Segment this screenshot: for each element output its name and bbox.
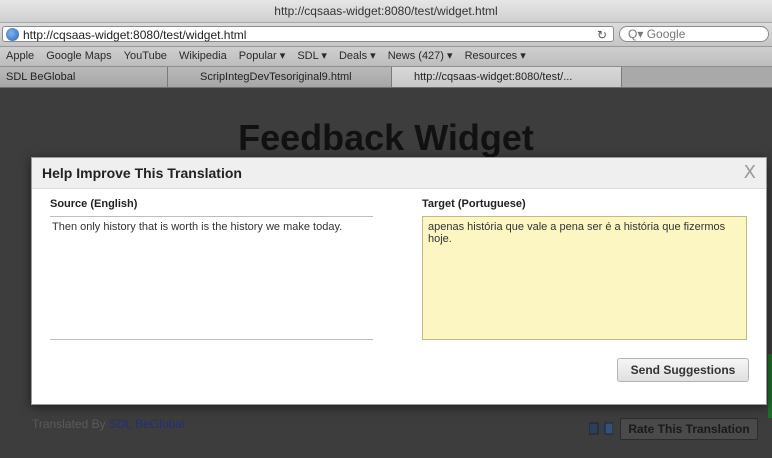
dialog-title: Help Improve This Translation xyxy=(42,165,242,181)
bookmark-deals[interactable]: Deals ▾ xyxy=(339,47,376,66)
target-textarea[interactable]: apenas história que vale a pena ser é a … xyxy=(422,216,747,340)
window-title: http://cqsaas-widget:8080/test/widget.ht… xyxy=(274,4,498,18)
bookmark-sdl[interactable]: SDL ▾ xyxy=(297,47,327,66)
dialog-header: Help Improve This Translation X xyxy=(32,158,766,189)
address-bar-url: http://cqsaas-widget:8080/test/widget.ht… xyxy=(23,28,247,42)
bookmark-apple[interactable]: Apple xyxy=(6,47,34,66)
translated-by-prefix: Translated By xyxy=(32,417,106,431)
close-icon[interactable]: X xyxy=(744,162,756,183)
source-text: Then only history that is worth is the h… xyxy=(50,216,373,340)
rate-translation-button[interactable]: Rate This Translation xyxy=(620,418,758,440)
tab-label: ScripIntegDevTesoriginal9.html xyxy=(200,71,352,83)
address-bar[interactable]: http://cqsaas-widget:8080/test/widget.ht… xyxy=(2,26,614,42)
send-suggestions-button[interactable]: Send Suggestions xyxy=(617,358,749,382)
source-label: Source (English) xyxy=(50,198,138,210)
bookmark-resources[interactable]: Resources ▾ xyxy=(465,47,526,66)
bookmark-popular[interactable]: Popular ▾ xyxy=(239,47,286,66)
window-title-bar: http://cqsaas-widget:8080/test/widget.ht… xyxy=(0,0,772,23)
bookmark-wikipedia[interactable]: Wikipedia xyxy=(179,47,227,66)
feedback-dialog: Help Improve This Translation X Source (… xyxy=(31,157,767,405)
target-label: Target (Portuguese) xyxy=(422,198,526,210)
tab-label: SDL BeGlobal xyxy=(6,71,76,83)
bookmark-youtube[interactable]: YouTube xyxy=(124,47,167,66)
side-accent-bar xyxy=(768,354,772,418)
reload-icon[interactable]: ↻ xyxy=(597,27,607,43)
bookmark-google-maps[interactable]: Google Maps xyxy=(46,47,111,66)
search-input[interactable]: Q▾ Google xyxy=(619,26,769,42)
tab-bar: SDL BeGlobal ScripIntegDevTesoriginal9.h… xyxy=(0,67,772,88)
navigation-toolbar: http://cqsaas-widget:8080/test/widget.ht… xyxy=(0,23,772,47)
tab-sdl-beglobal[interactable]: SDL BeGlobal xyxy=(0,67,168,87)
tab-widget[interactable]: http://cqsaas-widget:8080/test/... xyxy=(392,67,622,87)
bookmark-news[interactable]: News (427) ▾ xyxy=(388,47,453,66)
translate-toggle-icon[interactable] xyxy=(589,422,613,435)
tab-label: http://cqsaas-widget:8080/test/... xyxy=(414,71,573,83)
translated-by: Translated By SDL BeGlobal xyxy=(32,417,185,431)
page-title: Feedback Widget xyxy=(238,117,534,158)
tab-scriptinteg[interactable]: ScripIntegDevTesoriginal9.html xyxy=(168,67,392,87)
sdl-beglobal-link[interactable]: SDL BeGlobal xyxy=(109,417,185,431)
globe-icon xyxy=(6,28,19,41)
search-placeholder: Q▾ Google xyxy=(628,27,686,41)
bookmarks-bar: Apple Google Maps YouTube Wikipedia Popu… xyxy=(0,47,772,67)
